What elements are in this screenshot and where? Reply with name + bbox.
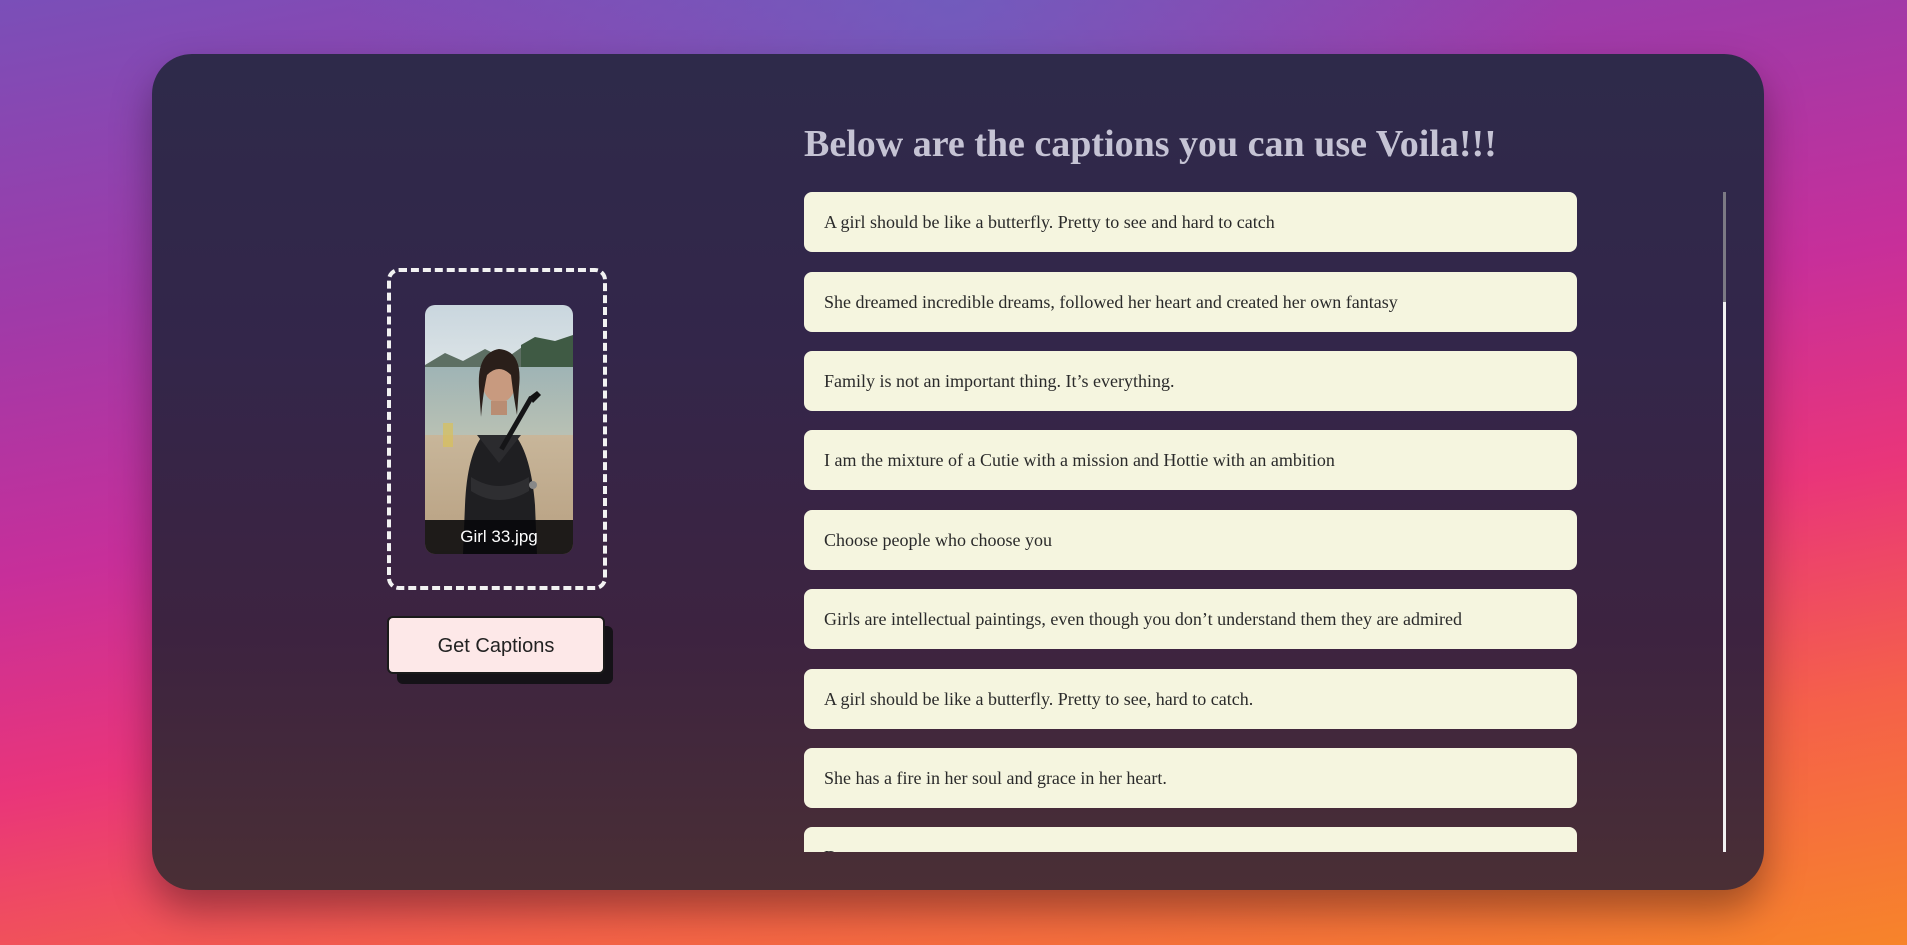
uploaded-image-preview: Girl 33.jpg xyxy=(425,305,573,554)
caption-item[interactable]: A girl should be like a butterfly. Prett… xyxy=(804,669,1577,729)
image-dropzone[interactable]: Girl 33.jpg xyxy=(387,268,607,590)
get-captions-button[interactable]: Get Captions xyxy=(387,616,605,674)
main-card: Girl 33.jpg Get Captions Below are the c… xyxy=(152,54,1764,890)
captions-list[interactable]: A girl should be like a butterfly. Prett… xyxy=(804,192,1580,852)
scrollbar-thumb[interactable] xyxy=(1723,192,1726,302)
caption-item[interactable]: I am the mixture of a Cutie with a missi… xyxy=(804,430,1577,490)
uploaded-photo xyxy=(425,305,573,554)
caption-item[interactable]: Family is not an important thing. It’s e… xyxy=(804,351,1577,411)
caption-item[interactable]: Girls are intellectual paintings, even t… xyxy=(804,589,1577,649)
uploaded-file-name: Girl 33.jpg xyxy=(425,520,573,554)
captions-heading: Below are the captions you can use Voila… xyxy=(804,123,1497,165)
caption-item[interactable]: A girl should be like a butterfly. Prett… xyxy=(804,192,1577,252)
caption-item[interactable]: Dream … xyxy=(804,827,1577,852)
caption-item[interactable]: She has a fire in her soul and grace in … xyxy=(804,748,1577,808)
caption-item[interactable]: She dreamed incredible dreams, followed … xyxy=(804,272,1577,332)
captions-scrollbar[interactable] xyxy=(1723,192,1726,852)
caption-item[interactable]: Choose people who choose you xyxy=(804,510,1577,570)
